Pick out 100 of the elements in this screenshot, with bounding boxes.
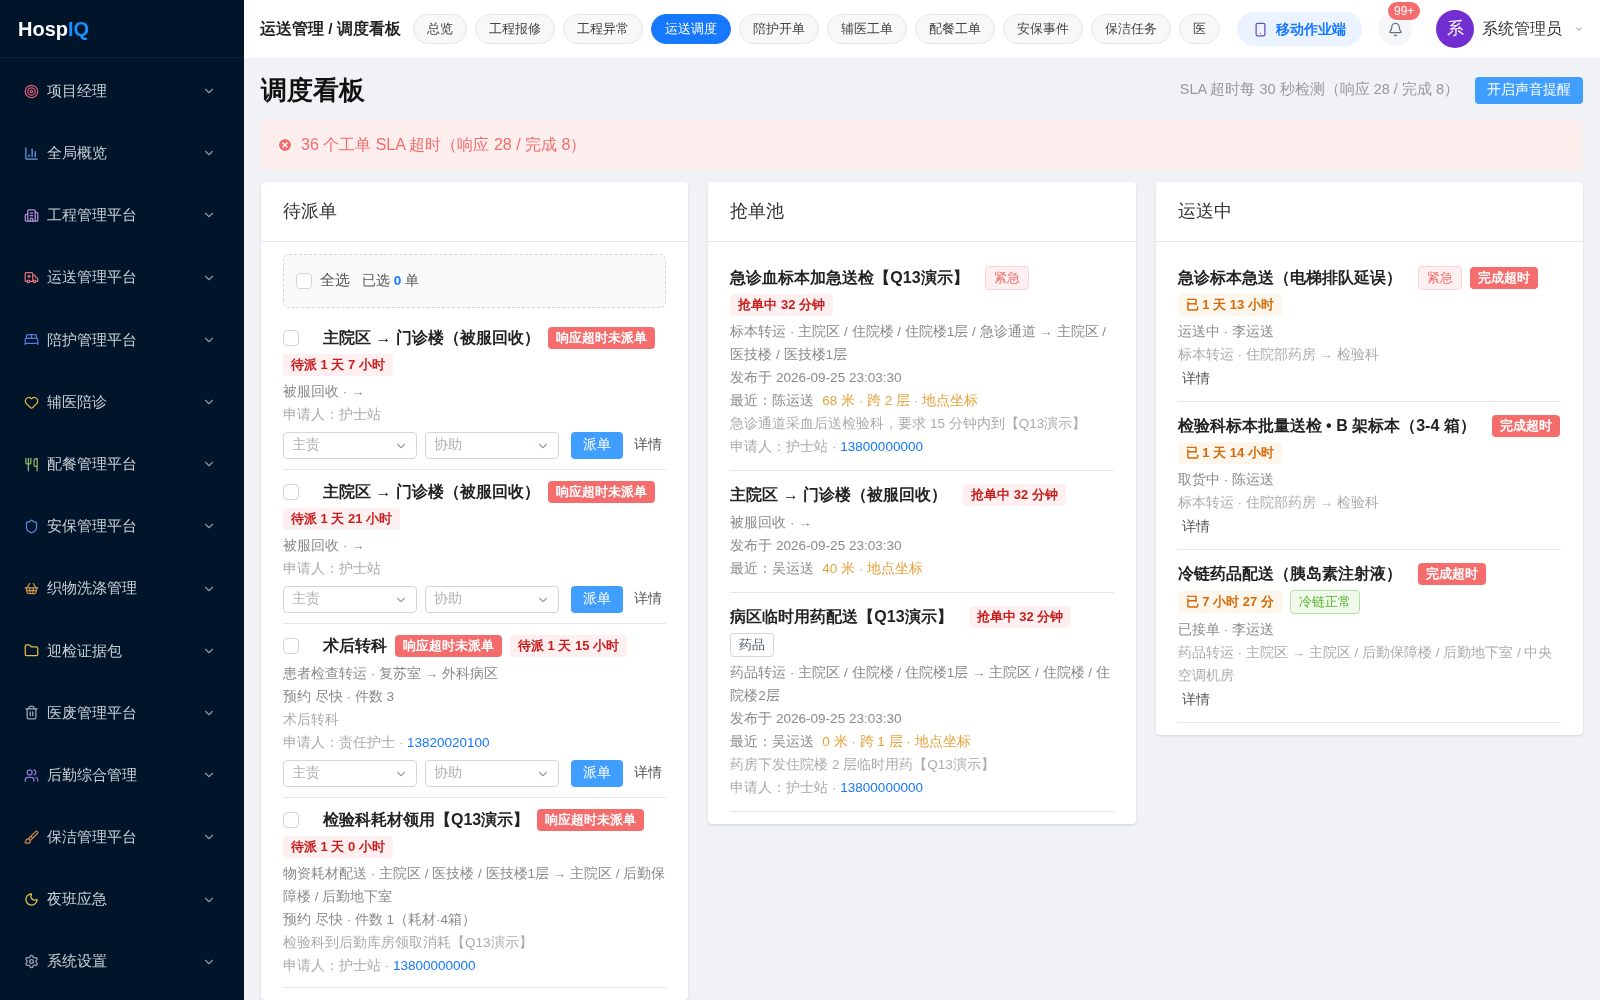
info-line: 急诊通道采血后送检验科，要求 15 分钟内到【Q13演示】 <box>730 415 1088 433</box>
sidebar-item[interactable]: 系统设置 <box>0 930 244 993</box>
info-line: 术后转科 <box>283 711 340 729</box>
info-line: 标本转运 · 住院部药房 → 检验科 <box>1177 346 1380 364</box>
bed-icon <box>24 332 39 348</box>
gear-icon <box>24 954 39 970</box>
nav-tab[interactable]: 工程异常 <box>562 14 643 44</box>
order-title: 主院区 → 门诊楼（被服回收） <box>323 482 540 502</box>
folder-icon <box>24 643 39 659</box>
phone-link[interactable]: 13800000000 <box>840 780 923 795</box>
ambulance-icon <box>24 270 39 286</box>
detail-link[interactable]: 详情 <box>634 763 663 784</box>
timer-tag: 抢单中 32 分钟 <box>730 294 833 316</box>
nav-tab[interactable]: 工程报修 <box>474 14 555 44</box>
breadcrumb: 运送管理 / 调度看板 <box>260 19 401 40</box>
nav-tab[interactable]: 总览 <box>412 14 467 44</box>
info-line: 申请人：护士站 <box>283 406 382 424</box>
user-name[interactable]: 系统管理员 <box>1482 17 1562 41</box>
column-title: 运送中 <box>1155 182 1583 242</box>
info-line: 药品转运 · 主院区 → 主院区 / 后勤保障楼 / 后勤地下室 / 中央空调机房 <box>1177 644 1554 685</box>
info-line: 被服回收 · → <box>283 383 366 401</box>
notification-badge: 99+ <box>1388 2 1421 20</box>
sidebar-item[interactable]: 安保管理平台 <box>0 495 244 558</box>
target-icon <box>24 83 39 99</box>
checkbox[interactable] <box>283 638 299 654</box>
sidebar-item[interactable]: 配餐管理平台 <box>0 433 244 496</box>
nav-tab[interactable]: 保洁任务 <box>1090 14 1171 44</box>
detail-link[interactable]: 详情 <box>1181 689 1561 710</box>
info-line: 最近：吴运送 0 米 · 跨 1 层 · 地点坐标 <box>730 733 972 751</box>
info-line: 申请人：护士站 <box>283 560 382 578</box>
checkbox[interactable] <box>283 484 299 500</box>
checkbox[interactable] <box>283 812 299 828</box>
checkbox[interactable] <box>283 330 299 346</box>
sidebar-item[interactable]: 运送管理平台 <box>0 246 244 309</box>
trash-icon <box>24 705 39 721</box>
detail-link[interactable]: 详情 <box>1181 368 1561 389</box>
timer-tag: 抢单中 32 分钟 <box>968 606 1072 628</box>
nav-tab[interactable]: 安保事件 <box>1002 14 1083 44</box>
timer-tag: 待派 1 天 7 小时 <box>283 354 393 376</box>
status-tag: 冷链正常 <box>1289 590 1360 614</box>
nav-tab[interactable]: 配餐工单 <box>914 14 995 44</box>
sidebar-item[interactable]: 工程管理平台 <box>0 184 244 247</box>
order-title: 主院区 → 门诊楼（被服回收） <box>323 328 540 348</box>
detail-link[interactable]: 详情 <box>1181 516 1561 537</box>
nav-tab[interactable]: 运送调度 <box>650 14 731 44</box>
phone-link[interactable]: 13820020100 <box>407 735 490 750</box>
user-avatar[interactable]: 系 <box>1436 10 1474 48</box>
info-line: 物资耗材配送 · 主院区 / 医技楼 / 医技楼1层 → 主院区 / 后勤保障楼 / 后勤地下室 <box>283 865 667 906</box>
sidebar-item[interactable]: 陪护管理平台 <box>0 308 244 371</box>
checkbox[interactable] <box>296 273 312 289</box>
building-icon <box>24 207 39 223</box>
nav-tab[interactable]: 陪护开单 <box>738 14 819 44</box>
overdue-tag: 响应超时未派单 <box>547 327 655 349</box>
overdue-tag: 完成超时 <box>1491 415 1560 437</box>
sidebar-item[interactable]: 项目经理 <box>0 60 244 123</box>
nav-tab[interactable]: 辅医工单 <box>826 14 907 44</box>
order-title: 检验科标本批量送检 • B 架标本（3-4 箱） <box>1177 416 1476 436</box>
order-title: 术后转科 <box>323 636 387 656</box>
info-line: 发布于 2026-09-25 23:03:30 <box>730 710 903 728</box>
info-line: 被服回收 · → <box>730 514 813 532</box>
sidebar-item[interactable]: 全局概览 <box>0 122 244 185</box>
info-line: 申请人：护士站 · 13800000000 <box>730 438 924 456</box>
sidebar-item[interactable]: 后勤综合管理 <box>0 744 244 807</box>
shield-icon <box>24 518 39 534</box>
users-icon <box>24 767 39 783</box>
sidebar-item[interactable]: 辅医陪诊 <box>0 370 244 434</box>
page-title: 调度看板 <box>261 73 365 107</box>
info-line: 最近：陈运送 68 米 · 跨 2 层 · 地点坐标 <box>730 392 980 410</box>
brush-icon <box>24 829 39 845</box>
detail-link[interactable]: 详情 <box>634 589 663 610</box>
info-line: 取货中 · 陈运送 <box>1177 471 1275 489</box>
info-line: 标本转运 · 住院部药房 → 检验科 <box>1177 494 1380 512</box>
phone-link[interactable]: 13800000000 <box>840 439 923 454</box>
urgent-tag: 紧急 <box>1417 266 1462 290</box>
sidebar-item[interactable]: 夜班应急 <box>0 868 244 931</box>
overdue-tag: 完成超时 <box>1469 267 1538 289</box>
sidebar-item[interactable]: 保洁管理平台 <box>0 806 244 869</box>
error-icon <box>277 137 293 153</box>
logo: HospIQ <box>18 16 90 42</box>
select-all-label[interactable]: 全选 <box>320 270 350 292</box>
order-title: 急诊标本急送（电梯排队延误） <box>1177 268 1402 288</box>
order-title: 检验科耗材领用【Q13演示】 <box>323 810 530 830</box>
detail-link[interactable]: 详情 <box>634 435 663 456</box>
timer-tag: 待派 1 天 0 小时 <box>283 836 393 858</box>
sidebar-item[interactable]: 医废管理平台 <box>0 681 244 745</box>
info-line: 被服回收 · → <box>283 537 366 555</box>
sidebar-item[interactable]: 织物洗涤管理 <box>0 557 244 620</box>
selected-count: 已选 0 单 <box>362 271 420 290</box>
timer-tag: 抢单中 32 分钟 <box>963 484 1066 506</box>
order-title: 主院区 → 门诊楼（被服回收） <box>730 485 948 505</box>
category-tag: 药品 <box>730 633 775 657</box>
elapsed-tag: 已 1 天 13 小时 <box>1177 294 1282 316</box>
info-line: 运送中 · 李运送 <box>1177 323 1275 341</box>
timer-tag: 待派 1 天 15 小时 <box>510 635 628 657</box>
nav-tab[interactable]: 医 <box>1178 14 1220 44</box>
phone-link[interactable]: 13800000000 <box>393 958 476 973</box>
bar-chart-icon <box>24 145 39 161</box>
sidebar-item[interactable]: 迎检证据包 <box>0 619 244 682</box>
mobile-button[interactable]: 移动作业端 <box>1237 12 1362 46</box>
overdue-tag: 响应超时未派单 <box>537 809 645 831</box>
